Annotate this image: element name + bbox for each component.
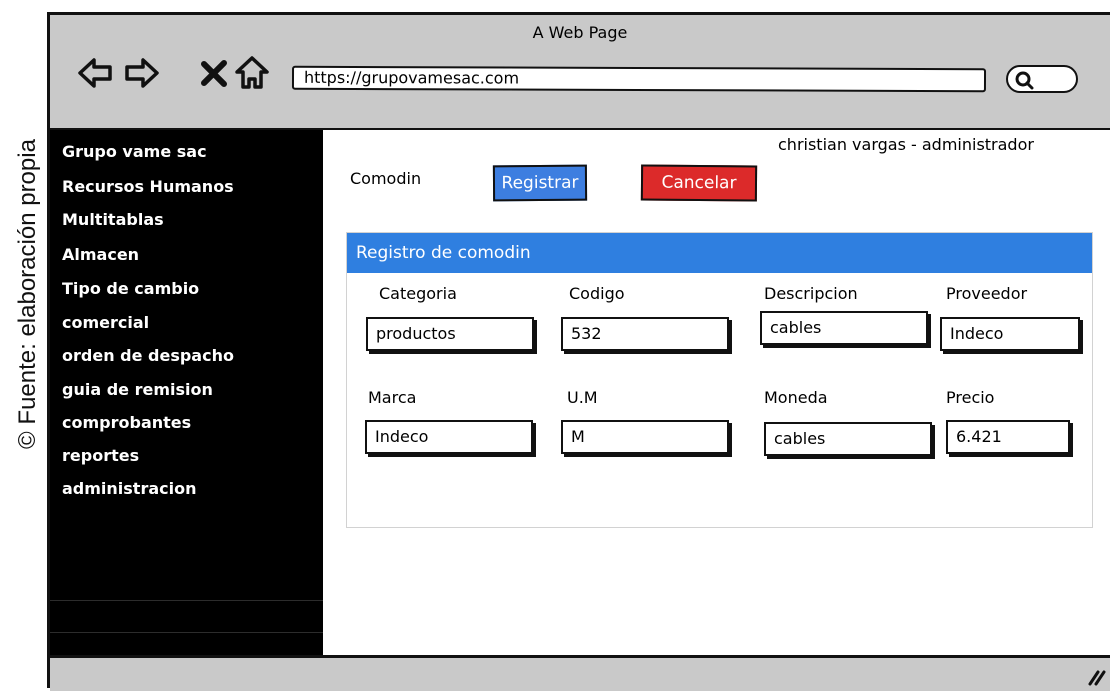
sidebar-item-tipo-de-cambio[interactable]: Tipo de cambio xyxy=(62,279,199,298)
precio-field[interactable]: 6.421 xyxy=(946,420,1070,454)
sidebar-divider xyxy=(50,632,323,633)
search-field[interactable] xyxy=(1006,65,1078,93)
moneda-label: Moneda xyxy=(764,388,828,407)
close-icon[interactable] xyxy=(196,55,232,91)
sidebar-item-administracion[interactable]: administracion xyxy=(62,479,197,498)
um-label: U.M xyxy=(567,388,598,407)
categoria-label: Categoria xyxy=(379,284,457,303)
marca-label: Marca xyxy=(368,388,417,407)
descripcion-field[interactable]: cables xyxy=(760,311,928,345)
codigo-label: Codigo xyxy=(569,284,625,303)
sidebar-item-grupo-vame-sac[interactable]: Grupo vame sac xyxy=(62,142,207,161)
cancel-button[interactable]: Cancelar xyxy=(640,164,758,202)
register-button[interactable]: Registrar xyxy=(492,164,588,202)
main-content: christian vargas - administrador Comodin… xyxy=(323,130,1110,658)
panel-title: Registro de comodin xyxy=(347,233,1092,273)
home-icon[interactable] xyxy=(234,55,270,91)
sidebar: Grupo vame sac Recursos Humanos Multitab… xyxy=(50,130,323,658)
window-title: A Web Page xyxy=(532,23,628,42)
sidebar-item-comercial[interactable]: comercial xyxy=(62,313,149,332)
back-arrow-icon[interactable] xyxy=(77,55,113,91)
sidebar-item-almacen[interactable]: Almacen xyxy=(62,245,139,264)
sidebar-item-reportes[interactable]: reportes xyxy=(62,446,139,465)
page-title: Comodin xyxy=(350,169,422,188)
moneda-field[interactable]: cables xyxy=(764,422,932,456)
resize-grip-icon[interactable] xyxy=(1086,666,1106,686)
codigo-field[interactable]: 532 xyxy=(561,317,729,351)
proveedor-label: Proveedor xyxy=(946,284,1028,303)
categoria-field[interactable]: productos xyxy=(366,317,534,351)
user-info: christian vargas - administrador xyxy=(778,135,1034,154)
proveedor-field[interactable]: Indeco xyxy=(940,317,1080,351)
um-field[interactable]: M xyxy=(561,420,729,454)
forward-arrow-icon[interactable] xyxy=(124,55,160,91)
sidebar-item-comprobantes[interactable]: comprobantes xyxy=(62,413,191,432)
marca-field[interactable]: Indeco xyxy=(365,420,533,454)
sidebar-item-orden-de-despacho[interactable]: orden de despacho xyxy=(62,346,234,365)
descripcion-label: Descripcion xyxy=(764,284,858,303)
source-caption: © Fuente: elaboración propia xyxy=(12,20,44,568)
status-bar xyxy=(50,655,1110,691)
search-icon xyxy=(1015,71,1034,90)
precio-label: Precio xyxy=(946,388,995,407)
url-bar[interactable]: https://grupovamesac.com xyxy=(291,65,987,93)
registration-panel: Registro de comodin Categoria Codigo Des… xyxy=(346,232,1093,528)
sidebar-item-guia-de-remision[interactable]: guia de remision xyxy=(62,380,213,399)
source-caption-text: © Fuente: elaboración propia xyxy=(14,139,42,449)
sidebar-divider xyxy=(50,600,323,601)
sidebar-item-multitablas[interactable]: Multitablas xyxy=(62,210,164,229)
browser-window: A Web Page https://grupovamesac.com Grup… xyxy=(47,12,1110,691)
sidebar-item-recursos-humanos[interactable]: Recursos Humanos xyxy=(62,177,234,196)
